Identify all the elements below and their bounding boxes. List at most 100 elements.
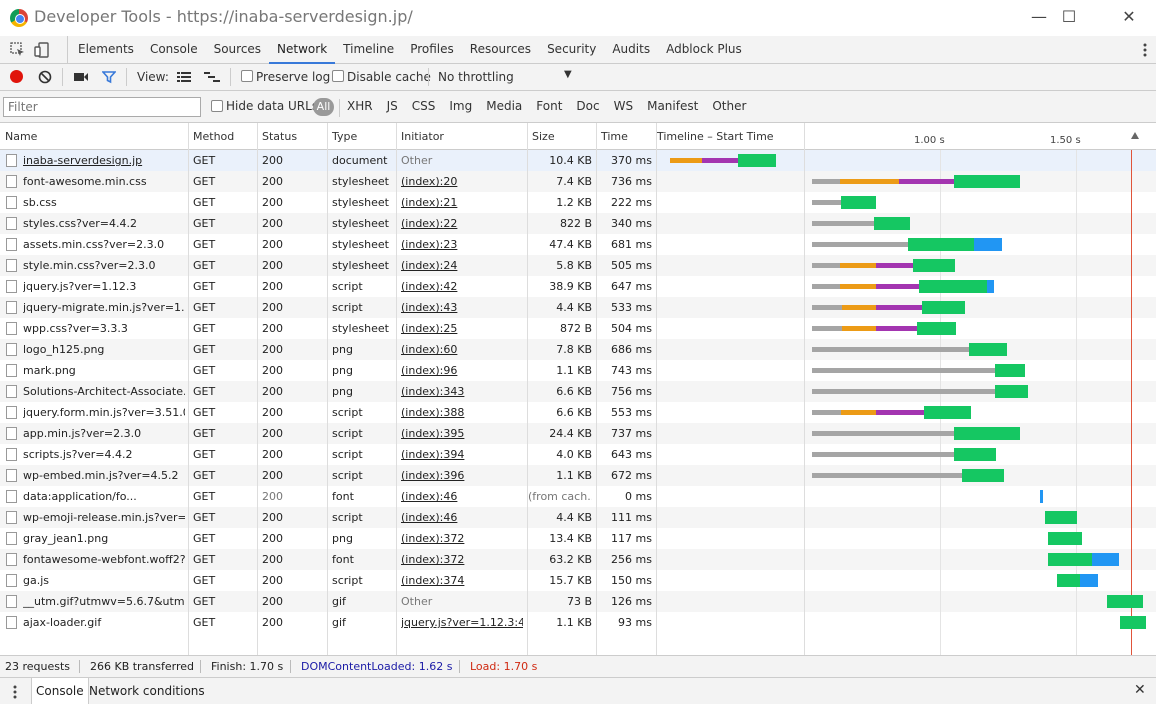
table-row[interactable]: mark.png GET 200 png (index):96 1.1 KB 743 ms [0,360,1156,381]
table-row[interactable]: Solutions-Architect-Associate.p... GET 200… [0,381,1156,402]
tab-audits[interactable]: Audits [604,36,658,64]
table-row[interactable]: wp-emoji-release.min.js?ver=4.... GET 200 s… [0,507,1156,528]
table-row[interactable]: sb.css GET 200 stylesheet (index):21 1.2 KB 22… [0,192,1156,213]
large-rows-icon[interactable] [177,71,191,83]
tab-network[interactable]: Network [269,36,336,64]
filter-img-button[interactable]: Img [449,99,472,113]
request-initiator[interactable]: (index):96 [401,364,523,377]
sort-up-icon[interactable] [1131,132,1139,139]
request-initiator[interactable]: (index):394 [401,448,523,461]
request-initiator[interactable]: (index):343 [401,385,523,398]
table-row[interactable]: ga.js GET 200 script (index):374 15.7 KB 150 m… [0,570,1156,591]
tab-elements[interactable]: Elements [70,36,142,64]
request-initiator[interactable]: (index):42 [401,280,523,293]
request-initiator[interactable]: (index):374 [401,574,523,587]
preserve-log-checkbox[interactable] [241,70,253,82]
record-icon[interactable] [10,70,23,83]
request-initiator[interactable]: (index):25 [401,322,523,335]
request-initiator[interactable]: (index):46 [401,490,523,503]
request-initiator[interactable]: (index):23 [401,238,523,251]
request-initiator[interactable]: (index):24 [401,259,523,272]
table-row[interactable]: jquery.form.min.js?ver=3.51.0-2... GET 200… [0,402,1156,423]
request-initiator[interactable]: (index):46 [401,511,523,524]
table-row[interactable]: jquery-migrate.min.js?ver=1.4.0 GET 200 scr… [0,297,1156,318]
filter-media-button[interactable]: Media [486,99,522,113]
file-icon [6,217,17,230]
drawer-tab-network-conditions[interactable]: Network conditions [85,678,209,704]
request-initiator[interactable]: (index):372 [401,532,523,545]
overview-icon[interactable] [204,71,220,83]
request-initiator[interactable]: (index):21 [401,196,523,209]
request-initiator[interactable]: (index):388 [401,406,523,419]
table-row[interactable]: assets.min.css?ver=2.3.0 GET 200 stylesheet… [0,234,1156,255]
table-row[interactable]: data:application/fo... GET 200 font (index):… [0,486,1156,507]
request-initiator[interactable]: (index):60 [401,343,523,356]
drawer-tab-console[interactable]: Console [31,678,89,704]
table-row[interactable]: wp-embed.min.js?ver=4.5.2 GET 200 script (in… [0,465,1156,486]
table-row[interactable]: app.min.js?ver=2.3.0 GET 200 script (index):… [0,423,1156,444]
hide-data-urls-checkbox[interactable] [211,100,223,112]
tab-resources[interactable]: Resources [462,36,539,64]
filter-other-button[interactable]: Other [712,99,746,113]
request-initiator[interactable]: (index):22 [401,217,523,230]
chevron-down-icon[interactable]: ▼ [564,69,572,80]
request-status: 200 [262,154,283,167]
filter-font-button[interactable]: Font [536,99,562,113]
filter-js-button[interactable]: JS [387,99,398,113]
column-header-name[interactable]: Name [5,130,37,143]
column-header-time[interactable]: Time [601,130,628,143]
disable-cache-checkbox[interactable] [332,70,344,82]
capture-screenshots-icon[interactable] [73,71,89,83]
tab-console[interactable]: Console [142,36,206,64]
table-row[interactable]: ajax-loader.gif GET 200 gif jquery.js?ver=1.… [0,612,1156,633]
filter-doc-button[interactable]: Doc [576,99,599,113]
table-row[interactable]: logo_h125.png GET 200 png (index):60 7.8 KB 68… [0,339,1156,360]
minimize-icon[interactable]: — [1024,4,1054,30]
column-header-size[interactable]: Size [532,130,555,143]
table-row[interactable]: style.min.css?ver=2.3.0 GET 200 stylesheet (… [0,255,1156,276]
tab-timeline[interactable]: Timeline [335,36,402,64]
table-row[interactable]: gray_jean1.png GET 200 png (index):372 13.4 K… [0,528,1156,549]
close-window-icon[interactable]: ✕ [1114,4,1144,30]
filter-icon[interactable] [102,70,116,84]
request-initiator[interactable]: (index):396 [401,469,523,482]
more-options-icon[interactable] [1142,42,1148,58]
filter-manifest-button[interactable]: Manifest [647,99,698,113]
throttling-select[interactable]: No throttling [438,70,514,84]
table-row[interactable]: __utm.gif?utmwv=5.6.7&utms=... GET 200 gif O… [0,591,1156,612]
maximize-icon[interactable]: ☐ [1054,4,1084,30]
request-initiator[interactable]: (index):20 [401,175,523,188]
filter-css-button[interactable]: CSS [412,99,436,113]
request-initiator[interactable]: (index):372 [401,553,523,566]
filter-input[interactable] [3,97,201,117]
column-header-type[interactable]: Type [332,130,357,143]
table-row[interactable]: fontawesome-webfont.woff2?v... GET 200 font… [0,549,1156,570]
request-time: 681 ms [611,238,652,251]
table-row[interactable]: jquery.js?ver=1.12.3 GET 200 script (index):… [0,276,1156,297]
tab-adblock-plus[interactable]: Adblock Plus [658,36,750,64]
column-header-timeline[interactable]: Timeline – Start Time [657,130,774,143]
request-initiator[interactable]: (index):395 [401,427,523,440]
request-initiator[interactable]: jquery.js?ver=1.12.3:4 [401,616,523,629]
filter-ws-button[interactable]: WS [614,99,633,113]
table-row[interactable]: scripts.js?ver=4.4.2 GET 200 script (index):… [0,444,1156,465]
column-header-method[interactable]: Method [193,130,234,143]
tab-profiles[interactable]: Profiles [402,36,462,64]
drawer-menu-icon[interactable] [12,684,18,700]
table-row[interactable]: font-awesome.min.css GET 200 stylesheet (ind… [0,171,1156,192]
table-row[interactable]: styles.css?ver=4.4.2 GET 200 stylesheet (ind… [0,213,1156,234]
request-type: png [332,532,353,545]
filter-all-button[interactable]: All [313,98,334,116]
table-row[interactable]: inaba-serverdesign.jp GET 200 document Other… [0,150,1156,171]
request-initiator[interactable]: (index):43 [401,301,523,314]
clear-icon[interactable] [38,70,52,84]
device-mode-icon[interactable] [34,42,50,58]
table-row[interactable]: wpp.css?ver=3.3.3 GET 200 stylesheet (index)… [0,318,1156,339]
tab-sources[interactable]: Sources [206,36,269,64]
tab-security[interactable]: Security [539,36,604,64]
filter-xhr-button[interactable]: XHR [347,99,373,113]
close-drawer-icon[interactable]: ✕ [1134,682,1146,698]
column-header-status[interactable]: Status [262,130,297,143]
inspect-element-icon[interactable] [10,42,26,58]
column-header-initiator[interactable]: Initiator [401,130,444,143]
